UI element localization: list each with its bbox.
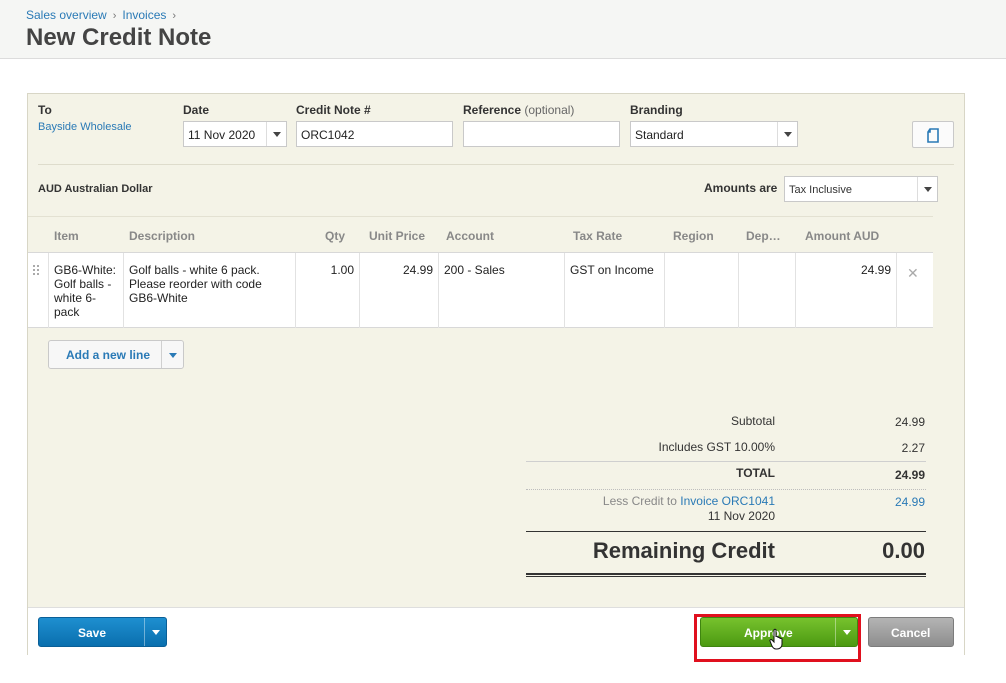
document-icon [927,128,939,143]
totals-divider [526,461,926,462]
breadcrumb: Sales overview › Invoices › [26,8,182,22]
currency-label: AUD Australian Dollar [38,183,153,195]
column-header-department: Dep… [746,229,781,243]
column-header-item: Item [54,229,79,243]
line-items-table: Item Description Qty Unit Price Account … [28,216,933,328]
reference-label-text: Reference [463,103,522,117]
action-bar: Save Approve Cancel [28,607,964,662]
column-header-description: Description [129,229,196,243]
cell-account[interactable]: 200 - Sales [438,253,564,328]
drag-handle-icon[interactable] [33,265,41,277]
table-header: Item Description Qty Unit Price Account … [28,216,933,252]
less-credit-value: 24.99 [894,495,925,509]
remaining-credit-label: Remaining Credit [592,538,775,563]
credit-note-number-field[interactable]: ORC1042 [296,121,453,147]
subtotal-value: 24.99 [894,415,925,429]
hand-cursor-icon [769,628,783,650]
total-label: TOTAL [736,466,775,480]
save-button[interactable]: Save [38,617,167,647]
chevron-down-icon[interactable] [266,122,286,146]
remaining-double-underline [526,573,926,577]
branding-value: Standard [635,128,684,142]
remaining-credit-value: 0.00 [882,538,925,563]
chevron-down-icon[interactable] [777,122,797,146]
date-field[interactable]: 11 Nov 2020 [183,121,287,147]
table-row[interactable]: GB6-White: Golf balls - white 6-pack Gol… [28,252,933,328]
add-new-line-label: Add a new line [66,348,151,362]
date-label: Date [183,103,210,117]
column-header-unit-price: Unit Price [369,229,426,243]
credit-note-number-label: Credit Note # [296,103,371,117]
close-icon[interactable]: ✕ [907,265,919,282]
total-value: 24.99 [894,468,925,482]
cancel-button[interactable]: Cancel [868,617,954,647]
page-header: Sales overview › Invoices › New Credit Note [0,0,1006,59]
chevron-down-icon[interactable] [161,341,184,368]
chevron-down-icon[interactable] [917,177,937,201]
cell-description[interactable]: Golf balls - white 6 pack. Please reorde… [123,253,295,328]
date-value: 11 Nov 2020 [188,128,256,142]
breadcrumb-sales-overview[interactable]: Sales overview [26,8,107,22]
branding-select[interactable]: Standard [630,121,798,147]
cancel-label: Cancel [891,626,931,640]
column-header-amount: Amount AUD [805,229,880,243]
branding-label: Branding [630,103,683,117]
chevron-down-icon[interactable] [144,618,166,646]
gst-value: 2.27 [901,441,925,455]
amounts-are-label: Amounts are [704,181,778,195]
credit-note-form: To Bayside Wholesale Date 11 Nov 2020 Cr… [27,93,965,662]
gst-label: Includes GST 10.00% [658,440,775,454]
credit-divider [526,489,926,490]
invoice-link[interactable]: Invoice ORC1041 [680,494,775,508]
document-options-button[interactable] [912,121,954,148]
cell-item[interactable]: GB6-White: Golf balls - white 6-pack [48,253,123,328]
column-header-tax-rate: Tax Rate [573,229,623,243]
breadcrumb-invoices[interactable]: Invoices [122,8,166,22]
breadcrumb-separator: › [112,10,117,22]
contact-link[interactable]: Bayside Wholesale [38,121,132,133]
reference-optional-hint: (optional) [524,103,575,117]
add-new-line-button[interactable]: Add a new line [48,340,184,369]
header-divider [38,164,954,165]
reference-field[interactable] [463,121,620,147]
reference-label: Reference (optional) [463,103,574,117]
remaining-divider [526,531,926,532]
less-credit-date: 11 Nov 2020 [707,509,775,523]
less-credit-line: Less Credit to Invoice ORC1041 [603,494,775,508]
save-label: Save [78,626,107,640]
amounts-are-select[interactable]: Tax Inclusive [784,176,938,202]
cell-tax-rate[interactable]: GST on Income [564,253,664,328]
credit-note-number-value: ORC1042 [301,128,355,142]
cell-amount[interactable]: 24.99 [795,253,896,328]
cell-qty[interactable]: 1.00 [295,253,359,328]
cell-region[interactable] [664,253,738,328]
cell-unit-price[interactable]: 24.99 [359,253,438,328]
page-title: New Credit Note [26,24,212,51]
less-credit-label: Less Credit to [602,494,677,508]
column-header-account: Account [446,229,494,243]
subtotal-label: Subtotal [730,414,775,428]
column-header-region: Region [673,229,714,243]
amounts-are-value: Tax Inclusive [789,184,852,196]
to-label: To [38,103,52,117]
breadcrumb-separator: › [172,10,177,22]
cell-department[interactable] [738,253,795,328]
column-header-qty: Qty [325,229,346,243]
